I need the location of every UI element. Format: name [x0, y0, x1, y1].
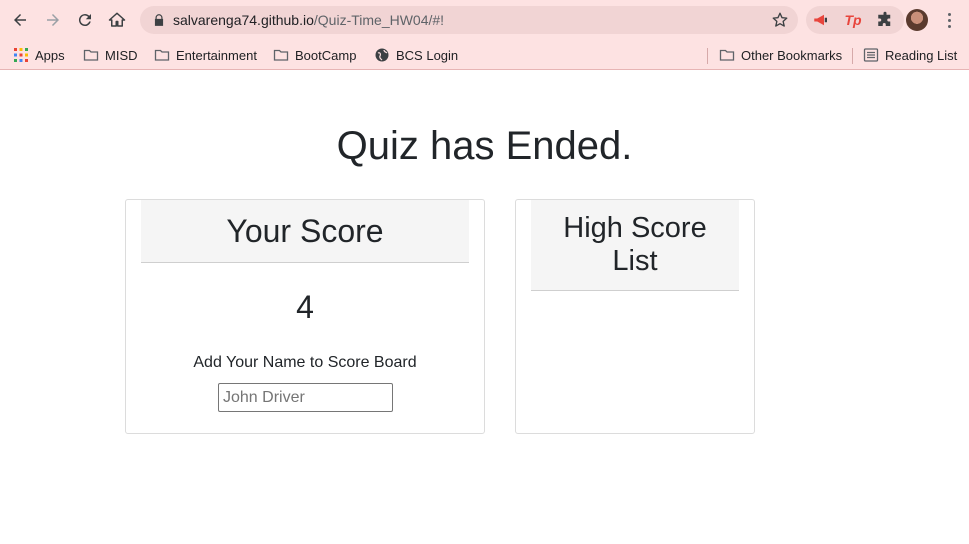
- reload-button[interactable]: [74, 9, 96, 31]
- page-title: Quiz has Ended.: [336, 124, 633, 168]
- browser-toolbar: salvarenga74.github.io/Quiz-Time_HW04/#!…: [0, 0, 969, 40]
- bookmark-label: Entertainment: [176, 47, 257, 63]
- bookmark-bcs-login[interactable]: BCS Login: [374, 40, 458, 70]
- bookmark-entertainment[interactable]: Entertainment: [154, 40, 257, 70]
- url-text: salvarenga74.github.io/Quiz-Time_HW04/#!: [173, 12, 444, 28]
- apps-grid-icon: [14, 48, 28, 62]
- puzzle-extensions-icon[interactable]: [876, 11, 894, 29]
- folder-icon: [719, 49, 735, 61]
- bookmark-bootcamp[interactable]: BootCamp: [273, 40, 356, 70]
- reload-icon: [78, 14, 91, 27]
- reading-list-icon: [863, 48, 879, 62]
- bookmark-apps[interactable]: Apps: [13, 40, 65, 70]
- folder-icon: [83, 49, 99, 61]
- high-score-card-header: High Score List: [531, 200, 739, 291]
- bookmark-label: BCS Login: [396, 47, 459, 63]
- home-icon: [108, 12, 126, 27]
- back-button[interactable]: [9, 9, 31, 31]
- arrow-left-icon: [14, 14, 26, 26]
- globe-icon: [375, 48, 389, 62]
- bookmark-label: Apps: [35, 47, 65, 63]
- bookmark-label: Reading List: [885, 47, 958, 63]
- score-card: Your Score 4 Add Your Name to Score Boar…: [125, 199, 485, 434]
- name-field-label: Add Your Name to Score Board: [193, 354, 417, 371]
- forward-button[interactable]: [42, 9, 64, 31]
- score-value: 4: [296, 289, 314, 325]
- bookmark-other-bookmarks[interactable]: Other Bookmarks: [719, 40, 842, 70]
- megaphone-extension-icon[interactable]: [812, 11, 830, 29]
- bookmark-misd[interactable]: MISD: [83, 40, 138, 70]
- url-host: salvarenga74.github.io: [173, 12, 314, 28]
- bookmark-reading-list[interactable]: Reading List: [863, 40, 957, 70]
- high-score-card: High Score List: [515, 199, 755, 434]
- name-input[interactable]: [218, 383, 393, 412]
- profile-avatar[interactable]: [906, 9, 928, 31]
- bookmarks-divider: [707, 48, 708, 64]
- tp-extension-icon[interactable]: Tp: [844, 11, 862, 29]
- bookmark-star-icon[interactable]: [771, 11, 789, 29]
- home-button[interactable]: [106, 9, 128, 31]
- url-path: /Quiz-Time_HW04/#!: [313, 12, 445, 28]
- address-bar[interactable]: salvarenga74.github.io/Quiz-Time_HW04/#!: [140, 6, 798, 34]
- folder-icon: [273, 49, 289, 61]
- folder-icon: [154, 49, 170, 61]
- browser-menu-button[interactable]: [941, 9, 957, 31]
- score-card-header: Your Score: [141, 200, 469, 263]
- bookmark-label: BootCamp: [295, 47, 357, 63]
- bookmarks-divider: [852, 48, 853, 64]
- extensions-group: Tp: [806, 6, 904, 34]
- lock-icon: [154, 14, 164, 26]
- bookmark-label: MISD: [105, 47, 138, 63]
- bookmark-label: Other Bookmarks: [741, 47, 843, 63]
- arrow-right-icon: [47, 14, 59, 26]
- bookmarks-bar: Apps MISD Entertainment BootCamp BCS Log…: [0, 40, 969, 70]
